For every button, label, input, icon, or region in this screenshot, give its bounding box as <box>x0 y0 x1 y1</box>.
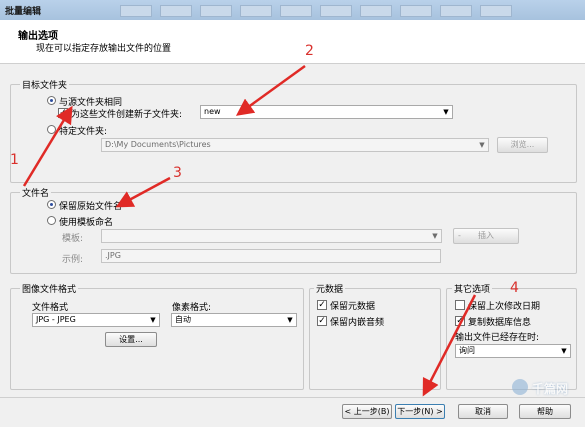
annotation-number-4: 4 <box>510 280 519 296</box>
annotation-number-3: 3 <box>173 165 182 181</box>
annotation-number-1: 1 <box>10 152 19 168</box>
arrow-2 <box>235 64 306 116</box>
arrow-4 <box>422 294 477 397</box>
arrow-3 <box>115 176 171 208</box>
arrow-1 <box>22 105 73 187</box>
annotation-overlay <box>22 64 477 397</box>
annotation-number-2: 2 <box>305 43 314 59</box>
